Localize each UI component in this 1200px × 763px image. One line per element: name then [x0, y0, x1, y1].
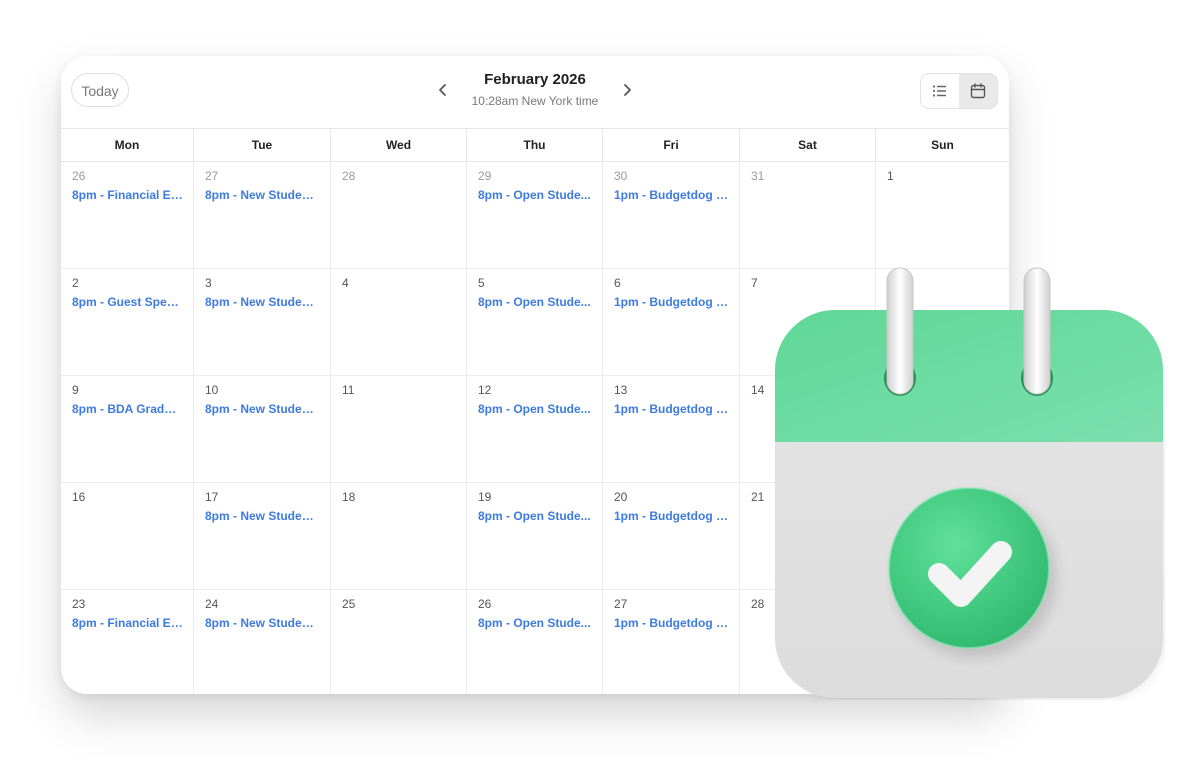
calendar-event[interactable]: 8pm - Open Stude...: [478, 295, 592, 309]
day-cell[interactable]: 28: [331, 162, 467, 269]
day-cell[interactable]: 9 8pm - BDA Gradua...: [61, 376, 194, 483]
view-toggle: [920, 73, 998, 109]
day-number: 17: [205, 490, 219, 504]
day-cell[interactable]: 10 8pm - New Student...: [194, 376, 331, 483]
day-cell[interactable]: 2 8pm - Guest Speak...: [61, 269, 194, 376]
day-number: 26: [478, 597, 492, 611]
day-cell[interactable]: 4: [331, 269, 467, 376]
day-cell[interactable]: 16: [61, 483, 194, 590]
day-cell[interactable]: 30 1pm - Budgetdog T...: [603, 162, 740, 269]
weekday-header: Wed: [331, 129, 467, 161]
weekday-header-row: Mon Tue Wed Thu Fri Sat Sun: [61, 128, 1009, 162]
day-cell[interactable]: 24 8pm - New Student...: [194, 590, 331, 694]
calendar-event[interactable]: 1pm - Budgetdog T...: [614, 295, 729, 309]
day-cell[interactable]: 5 8pm - Open Stude...: [467, 269, 603, 376]
day-number: 28: [342, 169, 356, 183]
day-number: 2: [72, 276, 79, 290]
calendar-event[interactable]: 1pm - Budgetdog T...: [614, 509, 729, 523]
day-cell[interactable]: 13 1pm - Budgetdog T...: [603, 376, 740, 483]
calendar-event[interactable]: 8pm - New Student...: [205, 295, 320, 309]
weekday-header: Sat: [740, 129, 876, 161]
calendar-header: Today February 2026 10:28am New York tim…: [61, 56, 1009, 128]
today-button[interactable]: Today: [71, 73, 129, 107]
day-number: 26: [72, 169, 86, 183]
day-cell[interactable]: 19 8pm - Open Stude...: [467, 483, 603, 590]
day-cell[interactable]: 31: [740, 162, 876, 269]
weekday-header: Mon: [61, 129, 194, 161]
day-cell[interactable]: 11: [331, 376, 467, 483]
weekday-header: Sun: [931, 138, 954, 152]
weekday-header: Tue: [194, 129, 331, 161]
calendar-event[interactable]: 8pm - New Student...: [205, 509, 320, 523]
day-cell[interactable]: 18: [331, 483, 467, 590]
month-title: February 2026: [484, 71, 586, 88]
day-cell[interactable]: 29 8pm - Open Stude...: [467, 162, 603, 269]
day-cell[interactable]: 6 1pm - Budgetdog T...: [603, 269, 740, 376]
day-number: 18: [342, 490, 356, 504]
day-number: 25: [342, 597, 356, 611]
calendar-view-button[interactable]: [959, 74, 997, 108]
calendar-event[interactable]: 8pm - Financial Ed...: [72, 616, 183, 630]
calendar-event[interactable]: 8pm - Open Stude...: [478, 616, 592, 630]
day-cell[interactable]: 20 1pm - Budgetdog T...: [603, 483, 740, 590]
weekday-header: Fri: [603, 129, 740, 161]
day-cell[interactable]: 27 8pm - New Student...: [194, 162, 331, 269]
calendar-event[interactable]: 1pm - Budgetdog T...: [614, 616, 729, 630]
day-cell[interactable]: 27 1pm - Budgetdog T...: [603, 590, 740, 694]
day-number: 30: [614, 169, 628, 183]
day-number: 29: [478, 169, 492, 183]
day-number: 11: [342, 383, 355, 397]
day-number: 5: [478, 276, 485, 290]
day-number: 4: [342, 276, 349, 290]
next-month-button[interactable]: [617, 80, 637, 100]
week-row: 26 8pm - Financial Ed... 27 8pm - New Stude…: [61, 162, 1009, 269]
calendar-icon: [970, 83, 986, 99]
day-number: 12: [478, 383, 492, 397]
calendar-event[interactable]: 8pm - Open Stude...: [478, 402, 592, 416]
day-number: 6: [614, 276, 621, 290]
calendar-event[interactable]: 1pm - Budgetdog T...: [614, 188, 729, 202]
calendar-event[interactable]: 8pm - BDA Gradua...: [72, 402, 183, 416]
list-icon: [932, 85, 946, 97]
day-cell[interactable]: 26 8pm - Open Stude...: [467, 590, 603, 694]
day-number: 1: [887, 169, 894, 183]
day-number: 31: [751, 169, 765, 183]
chevron-right-icon: [624, 84, 631, 96]
list-view-button[interactable]: [921, 74, 959, 108]
day-number: 16: [72, 490, 86, 504]
calendar-event[interactable]: 8pm - Financial Ed...: [72, 188, 183, 202]
day-cell[interactable]: 17 8pm - New Student...: [194, 483, 331, 590]
calendar-event[interactable]: 8pm - New Student...: [205, 402, 320, 416]
day-number: 24: [205, 597, 219, 611]
calendar-check-icon: [775, 267, 1163, 698]
day-number: 20: [614, 490, 628, 504]
day-cell[interactable]: 26 8pm - Financial Ed...: [61, 162, 194, 269]
day-number: 27: [205, 169, 219, 183]
current-time-label: 10:28am New York time: [471, 94, 599, 108]
calendar-check-illustration: [773, 266, 1165, 700]
day-number: 21: [751, 490, 765, 504]
calendar-event[interactable]: 8pm - Open Stude...: [478, 188, 592, 202]
day-number: 3: [205, 276, 212, 290]
calendar-event[interactable]: 8pm - New Student...: [205, 188, 320, 202]
day-cell[interactable]: 3 8pm - New Student...: [194, 269, 331, 376]
calendar-event[interactable]: 8pm - Open Stude...: [478, 509, 592, 523]
day-number: 7: [751, 276, 758, 290]
calendar-event[interactable]: 8pm - New Student...: [205, 616, 320, 630]
day-number: 28: [751, 597, 765, 611]
calendar-event[interactable]: 8pm - Guest Speak...: [72, 295, 183, 309]
day-number: 23: [72, 597, 86, 611]
day-number: 9: [72, 383, 79, 397]
day-cell[interactable]: 25: [331, 590, 467, 694]
day-number: 14: [751, 383, 765, 397]
day-number: 10: [205, 383, 219, 397]
day-number: 19: [478, 490, 492, 504]
day-number: 27: [614, 597, 628, 611]
day-cell[interactable]: 1: [876, 162, 1009, 269]
weekday-header: Thu: [467, 129, 603, 161]
day-cell[interactable]: 23 8pm - Financial Ed...: [61, 590, 194, 694]
day-number: 13: [614, 383, 628, 397]
calendar-event[interactable]: 1pm - Budgetdog T...: [614, 402, 729, 416]
day-cell[interactable]: 12 8pm - Open Stude...: [467, 376, 603, 483]
